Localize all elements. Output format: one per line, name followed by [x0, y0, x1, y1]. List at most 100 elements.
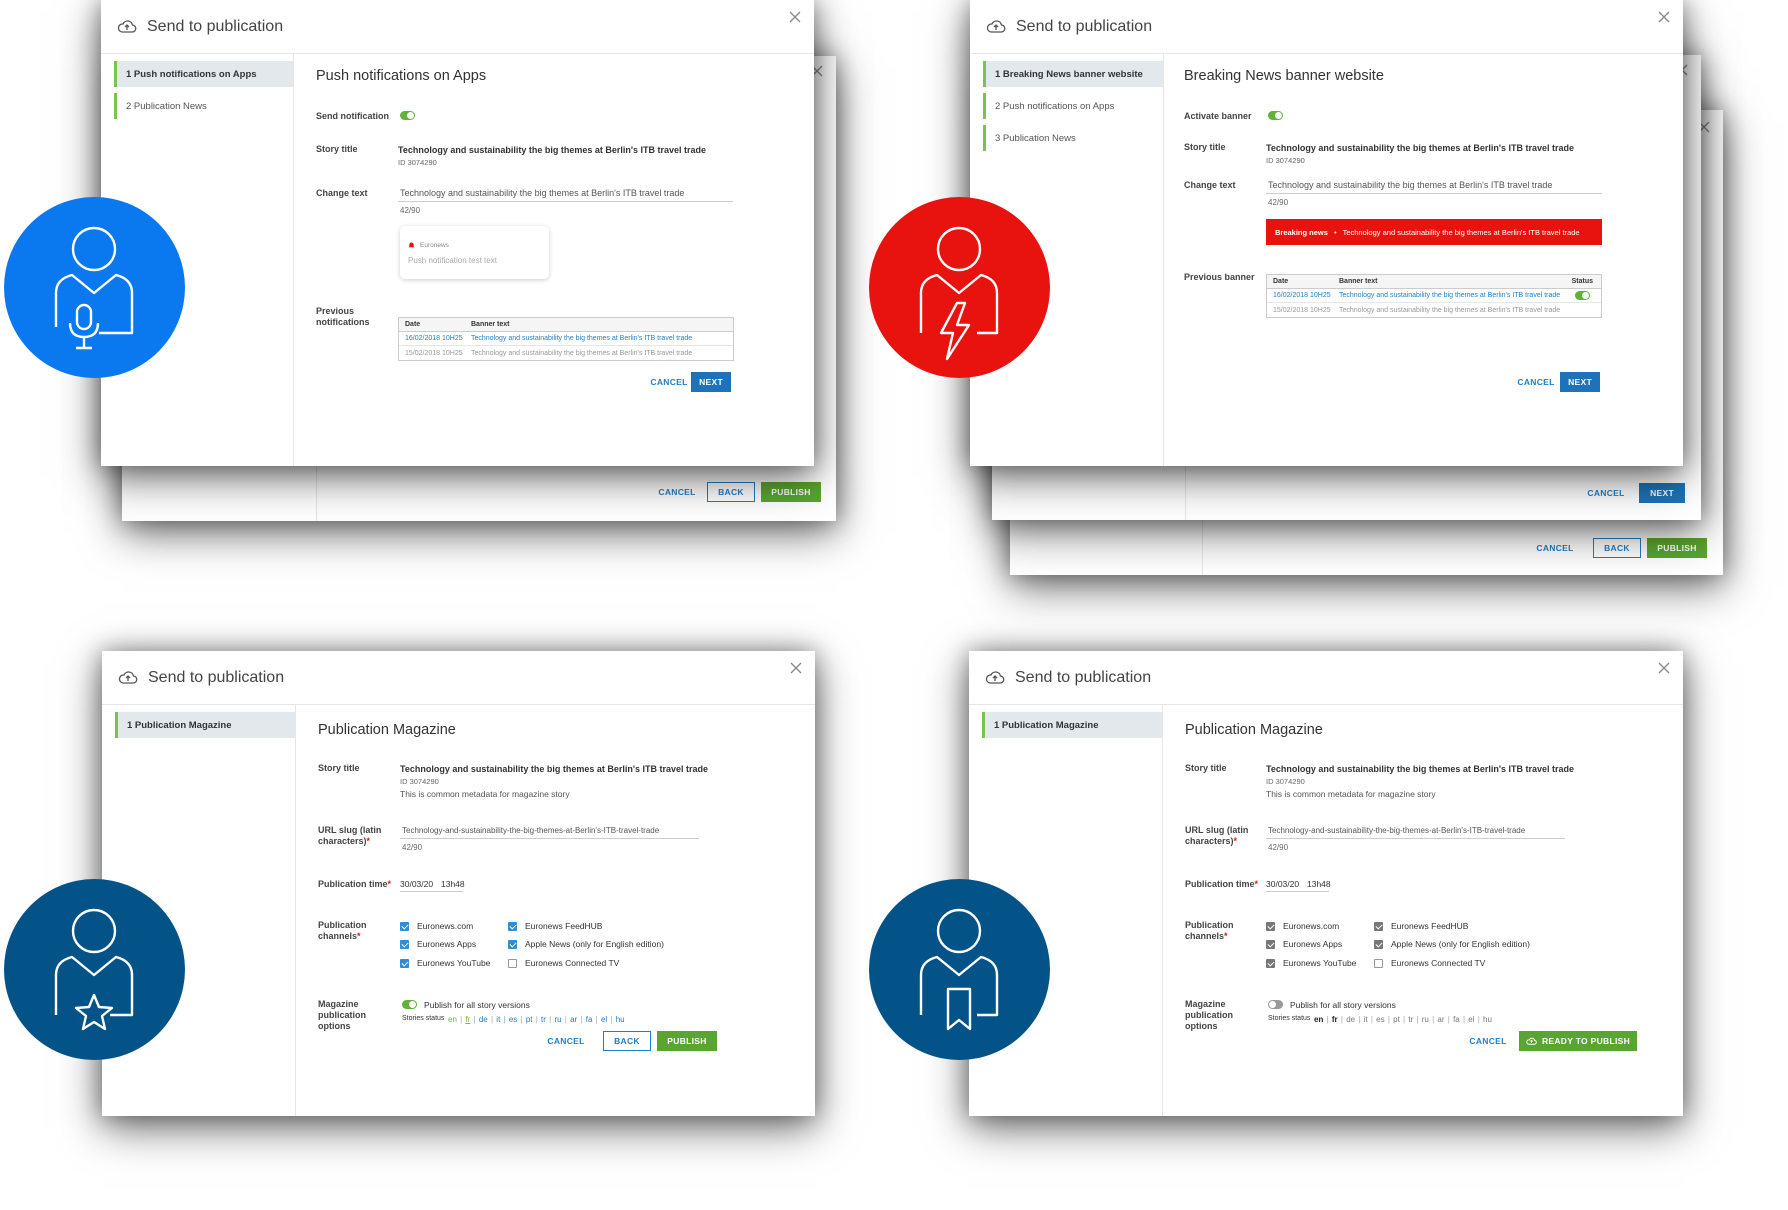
send-notification-label: Send notification [316, 111, 389, 121]
channel-euronews-feedhub: Euronews FeedHUB [1374, 921, 1468, 931]
step-publication-magazine[interactable]: 1 Publication Magazine [115, 712, 295, 738]
channel-euronews-youtube[interactable]: Euronews YouTube [400, 958, 490, 968]
language-en: en [1314, 1015, 1324, 1024]
language-separator: | [607, 1015, 616, 1024]
publish-button[interactable]: PUBLISH [657, 1031, 717, 1051]
previous-notifications-table: Date Banner text 16/02/2018 10H25 Technolo… [398, 317, 734, 361]
channel-euronews-apps: Euronews Apps [1266, 939, 1342, 949]
table-row[interactable]: 16/02/2018 10H25 Technology and sustainab… [399, 332, 733, 346]
cancel-button[interactable]: CANCEL [541, 1031, 591, 1051]
user-star-icon [4, 879, 185, 1060]
story-title-label: Story title [316, 144, 358, 154]
char-counter: 42/90 [400, 206, 421, 215]
publication-date-input[interactable]: 30/03/20 [400, 879, 433, 889]
language-ru[interactable]: ru [554, 1015, 561, 1024]
step-push-notifications[interactable]: 1 Push notifications on Apps [114, 61, 293, 87]
language-en[interactable]: en [448, 1015, 457, 1024]
cancel-button[interactable]: CANCEL [1530, 538, 1580, 558]
language-separator: | [1459, 1015, 1469, 1024]
next-button[interactable]: NEXT [691, 372, 731, 392]
language-ru: ru [1421, 1015, 1429, 1024]
cloud-upload-icon [118, 670, 138, 684]
breaking-banner-preview: Breaking news • Technology and sustainab… [1266, 219, 1602, 245]
publication-magazine-ready-dialog: Send to publication 1 Publication Magazi… [969, 651, 1683, 1116]
table-row[interactable]: 15/02/2018 10H25 Technology and sustainab… [1267, 303, 1601, 317]
close-icon[interactable] [788, 10, 802, 24]
cancel-button[interactable]: CANCEL [652, 482, 702, 502]
dialog-title: Send to publication [147, 17, 284, 35]
cancel-button[interactable]: CANCEL [1463, 1031, 1513, 1051]
story-id: ID 3074290 [400, 777, 439, 786]
publish-button[interactable]: PUBLISH [1647, 538, 1707, 558]
step-publication-news[interactable]: 2 Publication News [114, 93, 293, 119]
close-icon[interactable] [1657, 10, 1671, 24]
stories-status-label: Stories status [1268, 1015, 1311, 1022]
close-icon[interactable] [1657, 661, 1671, 675]
language-separator: | [1474, 1015, 1484, 1024]
breaking-news-dialog: Send to publication 1 Breaking News bann… [970, 0, 1683, 466]
back-button[interactable]: BACK [1593, 538, 1641, 558]
language-separator: | [470, 1015, 479, 1024]
url-slug-input[interactable]: Technology-and-sustainability-the-big-th… [402, 826, 659, 835]
change-text-input[interactable]: Technology and sustainability the big th… [400, 188, 684, 198]
banner-status-toggle[interactable] [1575, 291, 1590, 300]
all-versions-toggle[interactable] [402, 1000, 417, 1009]
table-row[interactable]: 16/02/2018 10H25 Technology and sustainab… [1267, 289, 1601, 303]
ready-to-publish-button[interactable]: READY TO PUBLISH [1519, 1031, 1637, 1051]
story-id: ID 3074290 [1266, 777, 1305, 786]
close-icon[interactable] [789, 661, 803, 675]
publication-time-label: Publication time* [318, 879, 392, 889]
dialog-main: Breaking News banner website Activate ba… [1164, 54, 1683, 466]
table-header: Date Banner text [399, 318, 733, 332]
activate-banner-toggle[interactable] [1268, 111, 1283, 120]
url-slug-label: URL slug (latin characters)* [1185, 825, 1249, 846]
common-metadata-note: This is common metadata for magazine sto… [1266, 789, 1436, 799]
publish-button[interactable]: PUBLISH [761, 482, 821, 502]
channel-euronews-feedhub[interactable]: Euronews FeedHUB [508, 921, 602, 931]
step-publication-magazine[interactable]: 1 Publication Magazine [982, 712, 1162, 738]
section-heading: Publication Magazine [1185, 722, 1323, 738]
all-versions-label: Publish for all story versions [1290, 1000, 1396, 1010]
language-es[interactable]: es [509, 1015, 517, 1024]
step-breaking-news[interactable]: 1 Breaking News banner website [983, 61, 1163, 87]
channel-euronews-apps[interactable]: Euronews Apps [400, 939, 476, 949]
url-slug-value: Technology-and-sustainability-the-big-th… [1268, 826, 1526, 835]
change-text-input[interactable]: Technology and sustainability the big th… [1268, 180, 1552, 190]
next-button[interactable]: NEXT [1639, 483, 1685, 503]
all-versions-toggle [1268, 1000, 1283, 1009]
cloud-upload-icon [985, 670, 1005, 684]
cancel-button[interactable]: CANCEL [1511, 372, 1561, 392]
publication-time-input[interactable]: 13h48 [441, 879, 465, 889]
table-row[interactable]: 15/02/2018 10H25 Technology and sustainab… [399, 346, 733, 360]
channel-euronews-youtube: Euronews YouTube [1266, 958, 1356, 968]
channel-apple-news[interactable]: Apple News (only for English edition) [508, 939, 664, 949]
section-heading: Push notifications on Apps [316, 68, 487, 84]
channel-euronews-com: Euronews.com [1266, 921, 1339, 931]
language-hu[interactable]: hu [616, 1015, 625, 1024]
stories-status-label: Stories status [402, 1015, 445, 1022]
channel-euronews-connected-tv[interactable]: Euronews Connected TV [508, 958, 619, 968]
dialog-header: Send to publication [102, 651, 815, 705]
step-push-notifications[interactable]: 2 Push notifications on Apps [983, 93, 1163, 119]
language-de[interactable]: de [479, 1015, 488, 1024]
magazine-options-label: Magazine publication options [318, 999, 366, 1031]
language-ar: ar [1437, 1015, 1445, 1024]
back-button[interactable]: BACK [707, 482, 755, 502]
story-id: ID 3074290 [398, 158, 437, 167]
language-separator: | [1323, 1015, 1332, 1024]
channel-euronews-com[interactable]: Euronews.com [400, 921, 473, 931]
change-text-label: Change text [1184, 180, 1236, 190]
language-separator: | [1355, 1015, 1364, 1024]
url-slug-label: URL slug (latin characters)* [318, 825, 382, 846]
language-separator: | [517, 1015, 526, 1024]
cancel-button[interactable]: CANCEL [644, 372, 694, 392]
language-separator: | [1367, 1015, 1377, 1024]
language-separator: | [592, 1015, 601, 1024]
cancel-button[interactable]: CANCEL [1581, 483, 1631, 503]
char-counter: 42/90 [1268, 198, 1289, 207]
next-button[interactable]: NEXT [1560, 372, 1600, 392]
story-title: Technology and sustainability the big th… [400, 764, 709, 774]
back-button[interactable]: BACK [603, 1031, 651, 1051]
send-notification-toggle[interactable] [400, 111, 415, 120]
step-publication-news[interactable]: 3 Publication News [983, 125, 1163, 151]
